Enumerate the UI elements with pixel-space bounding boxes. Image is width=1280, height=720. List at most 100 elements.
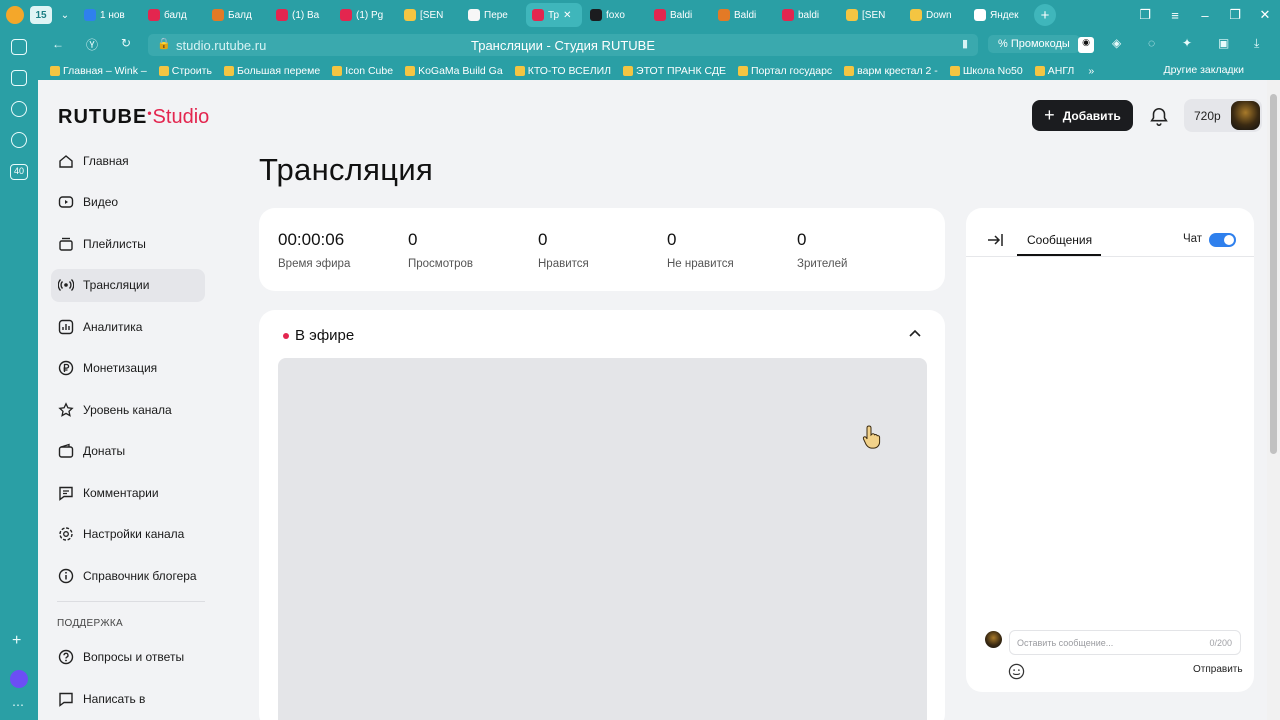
tab-label: 1 нов <box>100 9 125 21</box>
bookmark-item[interactable]: ЭТОТ ПРАНК СДЕ <box>623 65 726 77</box>
browser-tab[interactable]: Down <box>904 3 966 27</box>
browser-tab[interactable]: Балд <box>206 3 268 27</box>
browser-tab[interactable]: [SEN <box>398 3 460 27</box>
bookmarks-overflow-icon[interactable]: » <box>1088 65 1094 77</box>
video-player[interactable] <box>278 358 927 720</box>
back-icon[interactable]: ← <box>52 37 64 51</box>
tab-messages[interactable]: Сообщения <box>1027 233 1092 247</box>
browser-tab[interactable]: Тр ✕ <box>526 3 582 27</box>
promo-button[interactable]: % Промокоды <box>988 35 1080 53</box>
browser-tab[interactable]: Baldi <box>648 3 710 27</box>
stat-likes: 0 Нравится <box>538 230 589 270</box>
sidebar-item-info[interactable]: Справочник блогера <box>51 559 205 592</box>
bookmark-item[interactable]: Школа No50 <box>949 65 1023 77</box>
sidebar-play-icon[interactable] <box>11 132 27 148</box>
sidebar-item-playlist[interactable]: Плейлисты <box>51 227 205 260</box>
sidebar-item-analytics[interactable]: Аналитика <box>51 310 205 343</box>
collections-icon[interactable]: ❐ <box>1130 7 1160 23</box>
alice-assistant-icon[interactable] <box>10 670 28 688</box>
stat-value: 0 <box>538 230 548 249</box>
collapse-chat-icon[interactable] <box>986 232 1004 248</box>
bookmark-item[interactable]: АНГЛ <box>1034 65 1074 77</box>
emoji-icon[interactable] <box>1008 663 1025 680</box>
sidebar-item-label: Настройки канала <box>83 527 185 541</box>
live-title: В эфире <box>295 327 355 344</box>
bookmark-icon[interactable]: ▮ <box>962 37 968 50</box>
sidebar-item-star[interactable]: Уровень канала <box>51 393 205 426</box>
stat-viewers: 0 Зрителей <box>797 230 847 270</box>
bookmark-item[interactable]: Большая переме <box>223 65 320 77</box>
close-tab-icon[interactable]: ✕ <box>563 10 571 21</box>
browser-tab[interactable]: baldi <box>776 3 838 27</box>
extensions-icon[interactable]: ✦ <box>1182 36 1192 50</box>
sidebar-item-video[interactable]: Видео <box>51 186 205 219</box>
bookmark-label: KoGaMa Build Ga <box>418 64 503 77</box>
browser-tab[interactable]: (1) Ba <box>270 3 332 27</box>
url-field[interactable]: 🔒 studio.rutube.ru Трансляции - Студия R… <box>148 34 978 56</box>
sidebar-item-gear[interactable]: Настройки канала <box>51 518 205 551</box>
reload-icon[interactable]: ↻ <box>121 36 131 50</box>
browser-tab[interactable]: [SEN <box>840 3 902 27</box>
shield-icon[interactable]: ◈ <box>1112 36 1121 50</box>
user-menu[interactable]: 720p <box>1184 99 1262 132</box>
bookmark-item[interactable]: Главная – Wink – <box>50 65 147 77</box>
yandex-icon[interactable]: Ⓨ <box>86 36 98 53</box>
close-window-button[interactable]: ✕ <box>1250 7 1280 23</box>
browser-tab[interactable]: 1 нов <box>78 3 140 27</box>
page-scrollbar[interactable] <box>1267 80 1280 720</box>
scrollbar-thumb[interactable] <box>1270 94 1277 454</box>
send-button[interactable]: Отправить <box>1193 664 1243 675</box>
sidebar-item-home[interactable]: Главная <box>51 144 205 177</box>
bookmark-favicon-icon <box>1034 65 1045 76</box>
sidebar-item-question[interactable]: Вопросы и ответы <box>51 641 205 674</box>
other-bookmarks[interactable]: Другие закладки <box>1164 64 1244 76</box>
analytics-icon <box>58 319 74 335</box>
bookmark-item[interactable]: Icon Cube <box>332 65 393 77</box>
bookmark-item[interactable]: Строить <box>158 65 212 77</box>
browser-tab[interactable]: (1) Pg <box>334 3 396 27</box>
bookmark-item[interactable]: варм крестал 2 - <box>844 65 938 77</box>
sidebar-item-label: Монетизация <box>83 361 158 375</box>
browser-logo-icon[interactable] <box>0 0 30 30</box>
extension-icon[interactable]: ◉ <box>1078 37 1094 53</box>
bookmark-item[interactable]: Портал государс <box>737 65 832 77</box>
sidebar-item-broadcast[interactable]: Трансляции <box>51 268 205 302</box>
notifications-bell-icon[interactable] <box>1148 106 1170 128</box>
sidebar-item-chat[interactable]: Написать в <box>51 682 205 715</box>
screenshot-icon[interactable]: ▣ <box>1218 36 1229 50</box>
tab-label: foxo <box>606 9 625 21</box>
bookmark-item[interactable]: KoGaMa Build Ga <box>405 65 503 77</box>
sidebar-item-wallet[interactable]: Донаты <box>51 435 205 468</box>
minimize-button[interactable]: – <box>1190 8 1220 23</box>
restore-button[interactable]: ❐ <box>1220 7 1250 23</box>
bookmark-item[interactable]: КТО-ТО ВСЕЛИЛ <box>514 65 611 77</box>
sidebar-item-ruble[interactable]: Монетизация <box>51 352 205 385</box>
tab-count-badge[interactable]: 15 <box>30 6 52 24</box>
browser-tab[interactable]: foxo <box>584 3 646 27</box>
vpn-icon[interactable]: ◌ <box>1148 36 1155 50</box>
sidebar-collections-icon[interactable] <box>11 70 27 86</box>
wallet-icon <box>58 443 74 459</box>
add-button[interactable]: + Добавить <box>1032 100 1133 131</box>
stat-value: 00:00:06 <box>278 230 345 249</box>
download-icon[interactable]: ⤓ <box>1254 36 1259 51</box>
message-placeholder: Оставить сообщение... <box>1017 637 1114 648</box>
sidebar-more-icon[interactable]: ⋯ <box>12 698 24 712</box>
browser-tab[interactable]: балд <box>142 3 204 27</box>
toggle-knob <box>1224 235 1234 245</box>
sidebar-item-comment[interactable]: Комментарии <box>51 476 205 509</box>
browser-tab[interactable]: Яндек <box>968 3 1030 27</box>
browser-tab[interactable]: Baldi <box>712 3 774 27</box>
tabs-dropdown-icon[interactable]: ⌄ <box>52 10 78 21</box>
sidebar-panel-icon[interactable] <box>11 39 27 55</box>
sidebar-badge-icon[interactable]: 40 <box>10 164 28 180</box>
chevron-up-icon[interactable] <box>907 326 923 342</box>
chat-toggle[interactable] <box>1209 233 1236 247</box>
sidebar-add-icon[interactable]: + <box>12 632 21 650</box>
rutube-studio-logo[interactable]: RUTUBE•Studio <box>58 106 209 129</box>
message-input[interactable]: Оставить сообщение... 0/200 <box>1009 630 1241 655</box>
sidebar-history-icon[interactable] <box>11 101 27 117</box>
menu-icon[interactable]: ≡ <box>1160 8 1190 23</box>
new-tab-button[interactable]: + <box>1034 4 1056 26</box>
browser-tab[interactable]: Пере <box>462 3 524 27</box>
